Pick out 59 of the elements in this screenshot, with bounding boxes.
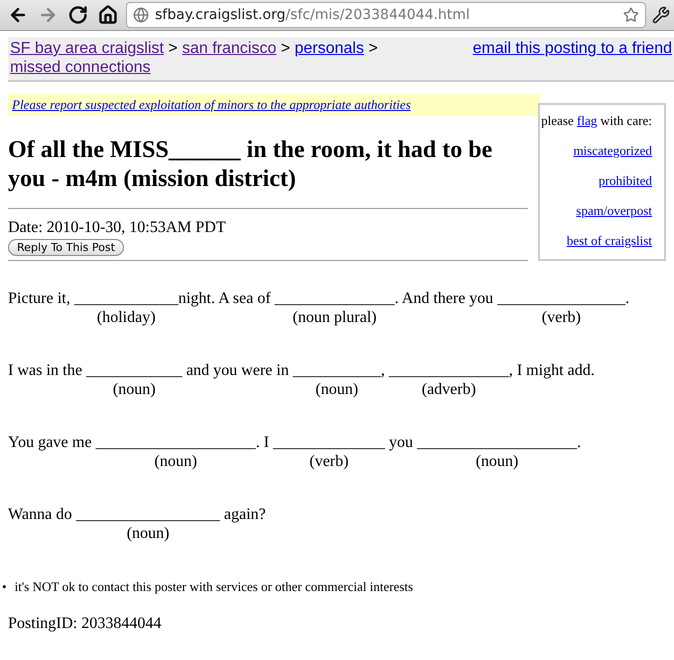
breadcrumb-separator: >	[280, 40, 290, 57]
word-type-hint: (holiday)	[96, 308, 156, 327]
breadcrumb-link[interactable]: personals	[294, 40, 364, 57]
flag-option-link[interactable]: prohibited	[598, 173, 652, 189]
notice-item: it's NOT ok to contact this poster with services or other commercial interests	[14, 579, 414, 595]
word-type-hint: (noun plural)	[292, 308, 377, 327]
bullet-mark: •	[2, 579, 7, 595]
fill-in-line: ______________	[273, 433, 386, 452]
url-text: sfbay.craigslist.org/sfc/mis/2033844044.html	[155, 7, 471, 23]
story-text: night. A sea of	[178, 289, 272, 308]
fill-in-line: _____________	[74, 289, 178, 308]
reply-button[interactable]: Reply To This Post	[8, 239, 124, 256]
fill-in-line: ____________________	[417, 433, 578, 452]
story-text: .	[625, 289, 630, 308]
fill-in-line: __________________	[76, 505, 220, 524]
post-date: Date: 2010-10-30, 10:53AM PDT	[8, 219, 227, 237]
breadcrumb-link[interactable]: san francisco	[182, 40, 276, 57]
fill-in-line: ___________	[292, 361, 381, 380]
wrench-icon[interactable]	[652, 6, 670, 24]
flag-option-link[interactable]: miscategorized	[573, 143, 652, 159]
fill-in-line: ____________	[86, 361, 182, 380]
story-text: , I might add.	[508, 361, 595, 380]
word-type-hint: (adverb)	[422, 380, 476, 399]
breadcrumb-link[interactable]: SF bay area craigslist	[10, 40, 164, 57]
word-type-hint: (noun)	[154, 452, 198, 471]
flag-heading: please flag with care:	[541, 113, 652, 129]
word-type-hint: (verb)	[309, 452, 349, 471]
story-text: and you were in	[185, 361, 290, 380]
story-text: I was in the	[8, 361, 84, 380]
word-type-hint: (noun)	[112, 380, 156, 399]
address-bar[interactable]: sfbay.craigslist.org/sfc/mis/2033844044.html	[126, 2, 646, 28]
flag-option-link[interactable]: spam/overpost	[576, 203, 652, 219]
fill-in-line: ________________	[497, 289, 626, 308]
breadcrumb-separator: >	[368, 40, 378, 57]
breadcrumb-separator: >	[168, 40, 178, 57]
flag-option-link[interactable]: best of craigslist	[566, 233, 652, 249]
story-text: ,	[380, 361, 386, 380]
email-link[interactable]: email this posting to a friend	[472, 39, 672, 58]
story-text: You gave me	[8, 433, 93, 452]
story-text: Picture it,	[8, 289, 72, 308]
fill-in-line: ____________________	[96, 433, 256, 452]
story-text: again?	[223, 505, 266, 524]
globe-icon	[133, 7, 149, 23]
story-text: .	[577, 433, 582, 452]
story-text: you	[388, 433, 414, 452]
story-text: . I	[256, 433, 270, 452]
star-icon[interactable]	[623, 7, 639, 23]
flag-link[interactable]: flag	[576, 113, 598, 128]
story-text: . And there you	[394, 289, 494, 308]
fill-in-line: _______________	[274, 289, 395, 308]
fill-in-line: _______________	[388, 361, 509, 380]
story-text: Wanna do	[8, 505, 74, 524]
post-title: Of all the MISS______ in the room, it had to be you - m4m (mission district)	[8, 136, 494, 194]
word-type-hint: (verb)	[542, 308, 581, 327]
posting-id: PostingID: 2033844044	[8, 615, 162, 633]
word-type-hint: (noun)	[126, 524, 170, 543]
word-type-hint: (noun)	[476, 452, 518, 471]
breadcrumb-link[interactable]: missed connections	[10, 59, 151, 76]
word-type-hint: (noun)	[316, 380, 358, 399]
